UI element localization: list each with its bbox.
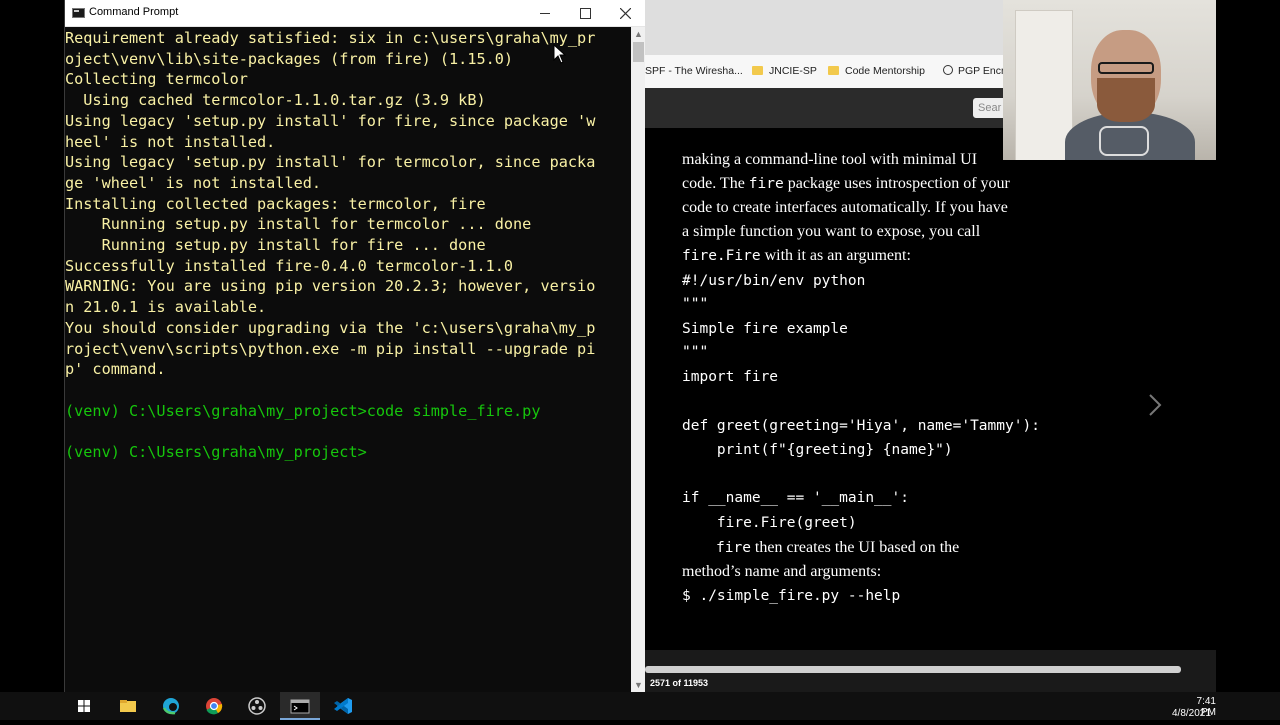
taskbar-command-prompt[interactable] [280,692,320,720]
site-icon [943,65,953,75]
code-line: Simple fire example [682,321,848,337]
taskbar-edge[interactable] [151,692,191,720]
terminal-line: Collecting termcolor [65,70,248,89]
chrome-icon [206,698,223,715]
progress-bar[interactable] [645,666,1181,673]
terminal-line: Requirement already satisfied: six in c:… [65,29,596,47]
code-line: if __name__ == '__main__': [682,490,909,506]
close-button[interactable] [605,0,645,26]
code-line: """ [682,296,709,312]
terminal-line: p' command. [65,360,166,379]
code-line: #!/usr/bin/env python [682,273,866,289]
taskbar: 7:41 PM 4/8/2021 [0,692,1280,720]
terminal-line: Using legacy 'setup.py install' for term… [65,153,596,172]
webcam-overlay [1003,0,1216,160]
edge-icon [162,698,179,715]
terminal-line: roject\venv\scripts\python.exe -m pip in… [65,339,596,358]
code-line: fire.Fire(greet) [682,515,857,531]
terminal-line: ge 'wheel' is not installed. [65,173,322,192]
terminal-line: oject\venv\lib\site-packages (from fire)… [65,49,514,68]
reader-content: making a command-line tool with minimal … [645,128,1216,650]
cmd-app-icon [72,8,85,18]
prose-line: a simple function you want to expose, yo… [682,223,981,240]
terminal-line: Installing collected packages: termcolor… [65,194,486,213]
minimize-button[interactable] [525,0,565,26]
taskbar-file-explorer[interactable] [108,692,148,720]
obs-icon [248,697,266,715]
vscode-icon [334,698,352,714]
minimize-icon [540,13,550,15]
taskbar-vscode[interactable] [323,692,363,720]
progress-location: 2571 of 11953 [650,678,709,688]
start-button[interactable] [64,692,104,720]
code-line: print(f"{greeting} {name}") [682,442,953,458]
scroll-thumb[interactable] [633,42,644,62]
reading-progress: 2571 of 11953 [645,650,1216,692]
terminal-line: heel' is not installed. [65,132,276,151]
folder-icon [828,66,839,75]
taskbar-obs[interactable] [237,692,277,720]
terminal-line: Successfully installed fire-0.4.0 termco… [65,256,514,275]
scroll-up-arrow-icon[interactable]: ▲ [631,27,646,41]
terminal-line: You should consider upgrading via the 'c… [65,318,596,337]
presenter-glasses [1098,62,1154,74]
inline-code: fire [716,540,751,556]
bookmark-pgp-encr[interactable]: PGP Encr [943,65,1005,77]
cmd-window-title: Command Prompt [89,6,179,18]
code-line: import fire [682,369,779,385]
code-line: $ ./simple_fire.py --help [682,588,901,604]
close-icon [619,7,631,20]
next-page-chevron-icon[interactable] [1147,393,1163,417]
start-icon [78,700,90,712]
scroll-down-arrow-icon[interactable]: ▼ [631,678,646,692]
cmd-titlebar[interactable]: Command Prompt [65,0,646,27]
maximize-icon [579,8,591,20]
terminal-line: (venv) C:\Users\graha\my_project> [65,443,367,461]
terminal-line: Using cached termcolor-1.1.0.tar.gz (3.9… [65,91,486,110]
code-line: def greet(greeting='Hiya', name='Tammy')… [682,418,1040,434]
prose-line: making a command-line tool with minimal … [682,151,978,168]
background-door [1015,10,1073,160]
terminal-line: Running setup.py install for fire ... do… [65,236,486,254]
terminal-line: n 21.0.1 is available. [65,298,267,317]
terminal-line: WARNING: You are using pip version 20.2.… [65,277,596,296]
clock-date[interactable]: 4/8/2021 [1172,708,1211,719]
bookmark-jncie-sp[interactable]: JNCIE-SP [752,65,817,77]
folder-icon [752,66,763,75]
prose-line: code to create interfaces automatically.… [682,199,1008,216]
terminal-line: (venv) C:\Users\graha\my_project>code si… [65,401,541,420]
cmd-scrollbar[interactable]: ▲ ▼ [631,27,646,692]
left-black-strip [0,0,64,692]
mouse-cursor-icon [553,44,567,64]
bookmark-spf[interactable]: SPF - The Wiresha... [645,65,743,77]
prose-line: fire.Fire with it as an argument: [682,247,911,264]
maximize-button[interactable] [565,0,605,26]
terminal-line: Using legacy 'setup.py install' for fire… [65,111,596,130]
file-explorer-icon [120,700,136,712]
taskbar-chrome[interactable] [194,692,234,720]
shirt-logo [1099,126,1149,156]
bookmark-code-mentorship[interactable]: Code Mentorship [828,65,925,77]
prose-line: code. The fire package uses introspectio… [682,175,1010,192]
terminal-output[interactable]: Requirement already satisfied: six in c:… [65,28,631,692]
command-prompt-window[interactable]: Command Prompt Requirement already satis… [64,0,646,692]
inline-code: fire [748,176,784,192]
prose-line: method’s name and arguments: [682,563,882,580]
code-line: """ [682,344,709,360]
terminal-line: Running setup.py install for termcolor .… [65,215,532,234]
terminal-icon [290,699,310,714]
presenter-beard [1097,78,1155,122]
inline-code: fire.Fire [682,248,761,264]
prose-line: fire then creates the UI based on the [716,539,960,556]
right-black-strip [1216,0,1280,692]
